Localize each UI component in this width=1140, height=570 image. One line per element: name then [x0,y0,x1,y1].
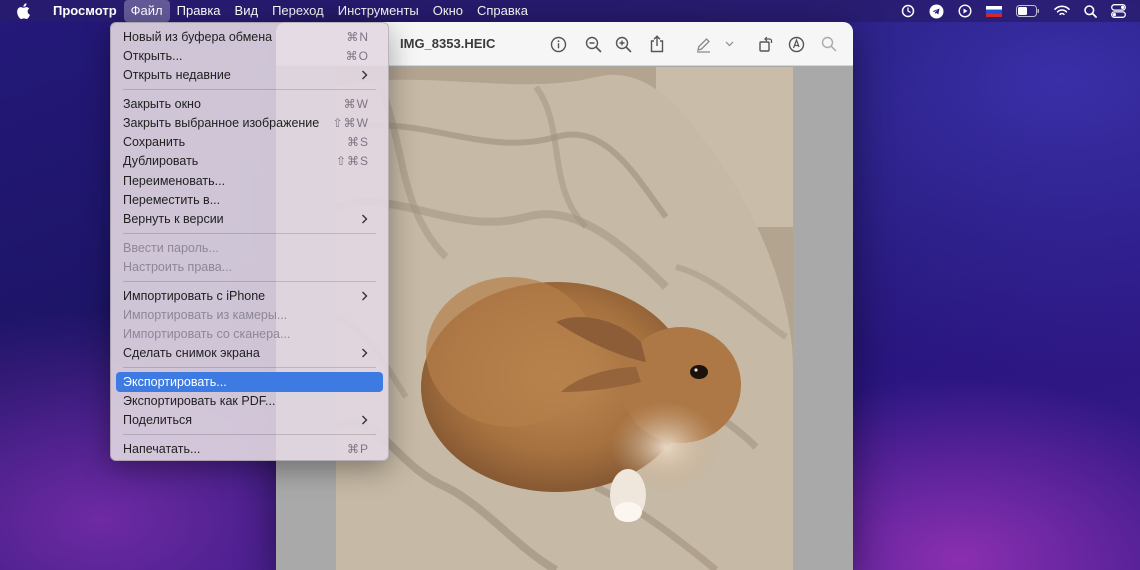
menu-item-import-from-scanner: Импортировать со сканера... [116,324,383,343]
menu-item-shortcut: ⇧⌘S [335,154,369,169]
menu-item-new-from-clipboard[interactable]: Новый из буфера обмена ⌘N [116,27,383,46]
menu-item-label: Открыть недавние [123,67,231,82]
menu-item-share[interactable]: Поделиться [116,411,383,430]
menu-file[interactable]: Файл [123,0,170,22]
menu-item-enter-password: Ввести пароль... [116,238,383,257]
menu-item-shortcut: ⌘O [345,48,369,63]
menu-item-label: Импортировать с iPhone [123,288,266,303]
menu-item-label: Закрыть выбранное изображение [123,115,320,130]
menu-separator [116,85,383,95]
rotate-icon[interactable] [755,34,775,54]
menu-item-close-window[interactable]: Закрыть окно ⌘W [116,94,383,113]
menu-item-save[interactable]: Сохранить ⌘S [116,133,383,152]
menu-item-label: Вернуть к версии [123,211,224,226]
menu-item-label: Ввести пароль... [123,240,219,255]
menu-go[interactable]: Переход [265,0,331,22]
menu-view[interactable]: Вид [228,0,266,22]
status-area [901,0,1140,22]
menu-item-revert-to[interactable]: Вернуть к версии [116,209,383,228]
zoom-out-icon[interactable] [583,34,603,54]
menu-item-duplicate[interactable]: Дублировать ⇧⌘S [116,152,383,171]
chevron-right-icon [359,415,369,425]
russian-flag-icon[interactable] [986,5,1002,17]
menu-item-shortcut: ⇧⌘W [332,115,369,130]
menu-item-edit-permissions: Настроить права... [116,257,383,276]
menu-item-export[interactable]: Экспортировать... [116,372,383,392]
chevron-down-icon[interactable] [723,34,735,54]
chevron-right-icon [359,348,369,358]
menu-item-label: Поделиться [123,413,193,428]
menu-item-print[interactable]: Напечатать... ⌘P [116,440,383,459]
play-icon[interactable] [958,4,972,18]
menu-item-close-selected-image[interactable]: Закрыть выбранное изображение ⇧⌘W [116,113,383,132]
chevron-right-icon [359,70,369,80]
menu-item-label: Экспортировать... [123,374,227,389]
markup-circle-icon[interactable] [786,34,806,54]
menu-item-label: Настроить права... [123,259,233,274]
menu-item-open[interactable]: Открыть... ⌘O [116,46,383,65]
menu-item-import-from-camera: Импортировать из камеры... [116,305,383,324]
menu-separator [116,363,383,373]
menu-item-shortcut: ⌘N [346,29,369,44]
menu-item-shortcut: ⌘S [346,135,369,150]
control-center-icon[interactable] [1111,4,1126,18]
share-icon[interactable] [647,34,667,54]
info-icon[interactable] [548,34,568,54]
menu-item-take-screenshot[interactable]: Сделать снимок экрана [116,344,383,363]
menu-item-label: Переместить в... [123,192,221,207]
menu-item-open-recent[interactable]: Открыть недавние [116,65,383,84]
window-title: IMG_8353.HEIC [400,36,496,51]
menu-app-name[interactable]: Просмотр [46,0,124,22]
menu-tools[interactable]: Инструменты [331,0,426,22]
menu-item-label: Импортировать со сканера... [123,327,291,341]
wifi-icon[interactable] [1054,5,1070,17]
menu-item-shortcut: ⌘P [346,442,369,457]
file-menu-dropdown: Новый из буфера обмена ⌘N Открыть... ⌘O … [110,22,389,461]
menu-item-import-from-iphone[interactable]: Импортировать с iPhone [116,286,383,305]
menu-separator [116,430,383,440]
menu-bar-left: Просмотр Файл Правка Вид Переход Инструм… [0,0,535,22]
zoom-in-icon[interactable] [613,34,633,54]
apple-icon[interactable] [12,3,34,19]
menu-item-label: Новый из буфера обмена [123,29,273,44]
menu-item-rename[interactable]: Переименовать... [116,171,383,190]
menu-bar: Просмотр Файл Правка Вид Переход Инструм… [0,0,1140,22]
menu-item-label: Экспортировать как PDF... [123,394,276,409]
menu-help[interactable]: Справка [470,0,535,22]
menu-separator [116,276,383,286]
telegram-icon[interactable] [929,4,944,19]
menu-item-shortcut: ⌘W [343,96,369,111]
battery-icon[interactable] [1016,5,1040,17]
menu-window[interactable]: Окно [426,0,470,22]
menu-item-label: Сохранить [123,135,186,150]
menu-item-export-as-pdf[interactable]: Экспортировать как PDF... [116,392,383,411]
menu-item-label: Сделать снимок экрана [123,346,260,361]
chevron-right-icon [359,214,369,224]
menu-edit[interactable]: Правка [170,0,228,22]
menu-item-label: Переименовать... [123,173,226,188]
screen-time-icon[interactable] [901,4,915,18]
chevron-right-icon [359,291,369,301]
menu-item-label: Напечатать... [123,442,201,457]
photo-canvas[interactable] [336,67,793,570]
search-icon[interactable] [819,34,839,54]
menu-item-label: Дублировать [123,154,199,169]
markup-pen-icon[interactable] [693,34,713,54]
menu-item-label: Закрыть окно [123,96,201,111]
menu-separator [116,228,383,238]
search-icon[interactable] [1084,4,1097,18]
menu-item-move-to[interactable]: Переместить в... [116,190,383,209]
menu-item-label: Импортировать из камеры... [123,307,288,322]
rabbit-photo [336,67,793,570]
menu-item-label: Открыть... [123,48,183,63]
